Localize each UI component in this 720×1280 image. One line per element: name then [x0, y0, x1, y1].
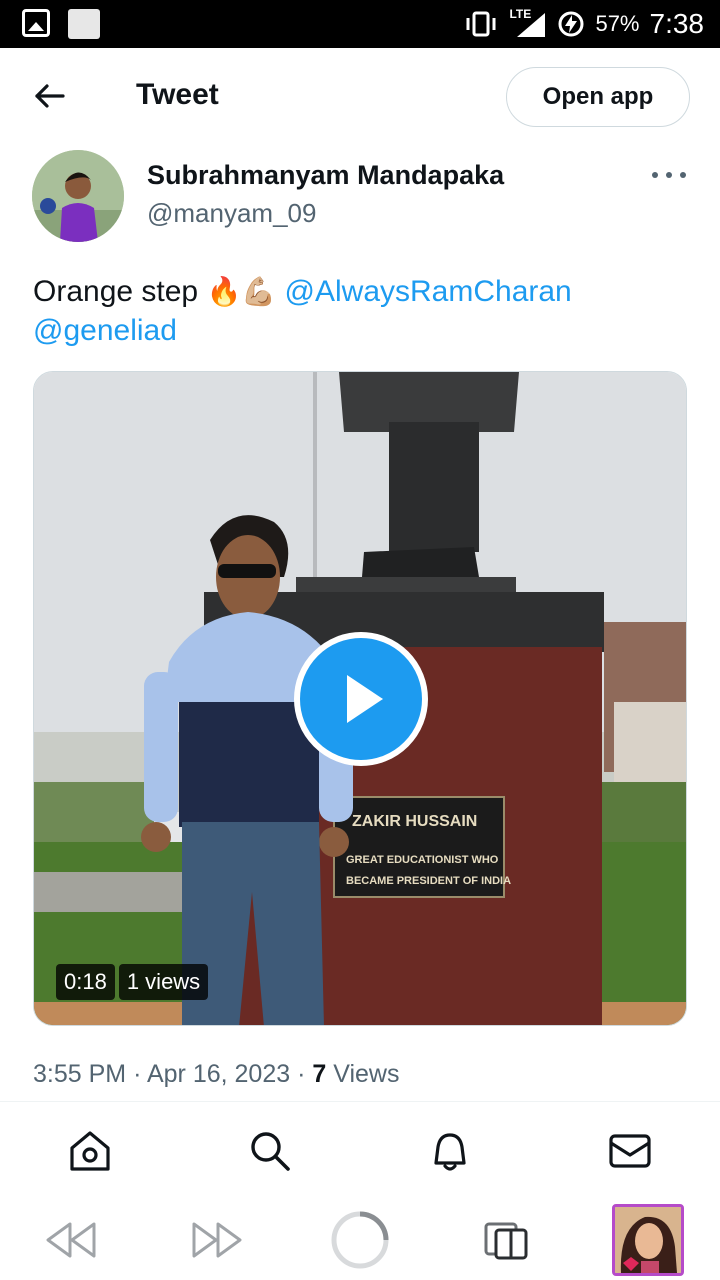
- battery-charging-icon: [558, 11, 584, 37]
- bell-icon: [434, 1133, 466, 1171]
- meta-separator: ·: [297, 1060, 306, 1088]
- play-icon: [347, 675, 383, 723]
- video-duration: 0:18: [56, 964, 115, 1000]
- plaque-line-2: BECAME PRESIDENT OF INDIA: [346, 875, 511, 887]
- loading-icon: [331, 1211, 389, 1269]
- mention-link[interactable]: @AlwaysRamCharan: [285, 275, 572, 308]
- more-options-button[interactable]: [652, 162, 686, 188]
- search-icon: [251, 1132, 290, 1171]
- tweet-date[interactable]: Apr 16, 2023: [147, 1060, 290, 1088]
- video-views: 1 views: [118, 964, 209, 1000]
- gallery-notification-icon: [22, 9, 50, 37]
- battery-percent: 57%: [595, 11, 640, 36]
- mention-link[interactable]: @geneliad: [33, 314, 177, 347]
- clock: 7:38: [649, 8, 705, 39]
- bottom-nav: [0, 1102, 720, 1200]
- dot-icon: [680, 172, 686, 178]
- rewind-button[interactable]: [36, 1204, 108, 1276]
- home-icon: [70, 1131, 110, 1171]
- rewind-icon: [46, 1222, 96, 1258]
- author-name[interactable]: Subrahmanyam Mandapaka: [147, 160, 504, 191]
- tweet-emojis: 🔥💪🏼: [206, 275, 277, 308]
- video-badges: 0:18 1 views: [56, 964, 209, 1000]
- tweet-body: Orange step: [33, 275, 199, 308]
- author-handle[interactable]: @manyam_09: [147, 198, 316, 229]
- nav-search[interactable]: [180, 1102, 360, 1200]
- dot-icon: [666, 172, 672, 178]
- meta-separator: ·: [133, 1060, 142, 1088]
- tabs-icon: [484, 1222, 528, 1260]
- plaque-line-1: GREAT EDUCATIONIST WHO: [346, 854, 499, 866]
- open-app-button[interactable]: Open app: [506, 67, 690, 127]
- author-avatar[interactable]: [32, 150, 124, 242]
- tweet-text: Orange step 🔥💪🏼 @AlwaysRamCharan @geneli…: [33, 272, 693, 350]
- nav-messages[interactable]: [540, 1102, 720, 1200]
- tweet-time[interactable]: 3:55 PM: [33, 1060, 126, 1088]
- views-count: 7: [312, 1060, 327, 1088]
- notification-icon: [68, 9, 100, 39]
- plaque-title: ZAKIR HUSSAIN: [352, 813, 477, 830]
- top-header: Tweet Open app: [0, 48, 720, 148]
- back-button[interactable]: [30, 76, 70, 116]
- play-button[interactable]: [294, 632, 428, 766]
- views-label: Views: [333, 1060, 400, 1088]
- tab-thumbnail[interactable]: [612, 1204, 684, 1276]
- vibrate-icon: [466, 11, 496, 37]
- tweet-video[interactable]: ZAKIR HUSSAIN GREAT EDUCATIONIST WHO BEC…: [33, 371, 687, 1026]
- nav-home[interactable]: [0, 1102, 180, 1200]
- mail-icon: [609, 1134, 651, 1168]
- nav-notifications[interactable]: [360, 1102, 540, 1200]
- loading-indicator[interactable]: [324, 1204, 396, 1276]
- browser-toolbar: [0, 1200, 720, 1280]
- status-bar: LTE 57% 7:38: [0, 0, 720, 48]
- page-title: Tweet: [136, 78, 219, 111]
- forward-button[interactable]: [180, 1204, 252, 1276]
- tabs-button[interactable]: [470, 1204, 542, 1276]
- signal-icon: LTE: [509, 7, 547, 39]
- forward-icon: [192, 1222, 242, 1258]
- dot-icon: [652, 172, 658, 178]
- tweet-meta: 3:55 PM · Apr 16, 2023 · 7 Views: [33, 1060, 399, 1089]
- arrow-left-icon: [35, 84, 65, 108]
